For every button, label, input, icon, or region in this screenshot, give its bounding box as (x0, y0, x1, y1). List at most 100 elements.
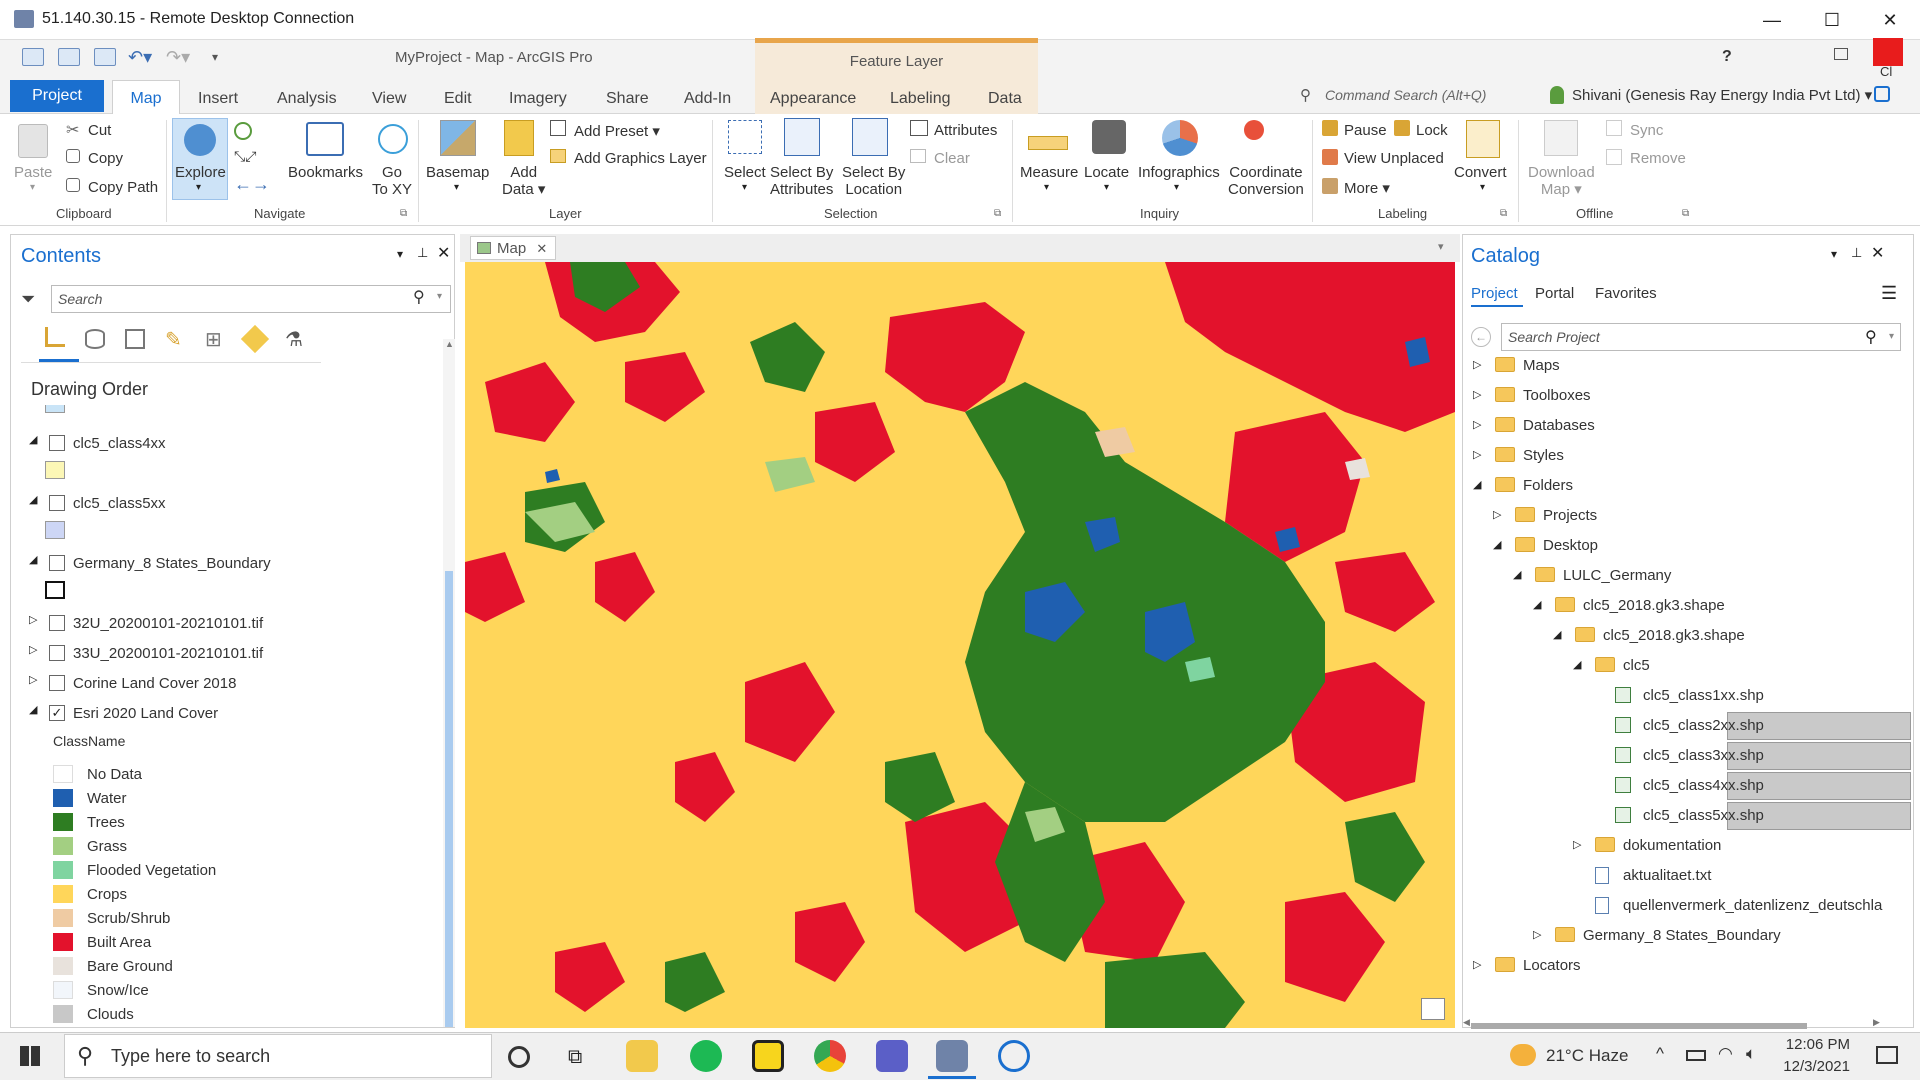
copy-path-button[interactable]: Copy Path (88, 179, 158, 196)
windows-start-icon[interactable] (20, 1046, 40, 1066)
save-project-icon[interactable] (94, 48, 116, 66)
select-by-location-button[interactable]: Select By Location (842, 164, 905, 198)
customize-qat-icon[interactable]: ▾ (212, 50, 218, 64)
expand-icon[interactable]: ▷ (1473, 418, 1481, 431)
layer-visibility-checkbox-checked[interactable]: ✓ (49, 705, 65, 721)
legend-swatch[interactable] (53, 981, 73, 999)
map-toolbar-icon[interactable] (1421, 998, 1445, 1020)
catalog-menu-icon[interactable]: ☰ (1881, 283, 1897, 304)
measure-dropdown-icon[interactable]: ▾ (1044, 182, 1049, 193)
catalog-tree-item[interactable]: Germany_8 States_Boundary (1583, 927, 1781, 944)
search-icon[interactable]: ⚲ (1865, 327, 1877, 347)
expand-icon[interactable]: ▷ (1533, 928, 1541, 941)
select-dropdown-icon[interactable]: ▾ (742, 182, 747, 193)
collapse-icon[interactable]: ◢ (1513, 568, 1521, 581)
catalog-tree-item[interactable]: clc5_class2xx.shp (1643, 717, 1764, 734)
scrollbar-thumb[interactable] (445, 571, 453, 1027)
layer-name[interactable]: 33U_20200101-20210101.tif (73, 645, 263, 662)
collapse-icon[interactable]: ◢ (1573, 658, 1581, 671)
contents-search-dropdown-icon[interactable]: ▾ (437, 291, 442, 302)
show-hidden-icons-icon[interactable]: ^ (1656, 1044, 1664, 1064)
expand-icon[interactable]: ▷ (1473, 448, 1481, 461)
search-icon[interactable]: ⚲ (413, 287, 425, 307)
add-preset-button[interactable]: Add Preset ▾ (574, 122, 660, 140)
legend-swatch[interactable] (53, 933, 73, 951)
catalog-tree-item[interactable]: Styles (1523, 447, 1564, 464)
legend-swatch[interactable] (53, 861, 73, 879)
minimize-icon[interactable]: — (1752, 6, 1792, 34)
back-icon[interactable]: ← (1471, 327, 1491, 347)
expand-icon[interactable]: ▷ (1493, 508, 1501, 521)
catalog-tree-item[interactable]: Maps (1523, 357, 1560, 374)
locate-button[interactable]: Locate (1084, 164, 1129, 181)
arcgis-icon[interactable] (998, 1040, 1030, 1072)
spotify-icon[interactable] (690, 1040, 722, 1072)
wifi-icon[interactable]: ◠ (1718, 1044, 1733, 1064)
layer-name[interactable]: Corine Land Cover 2018 (73, 675, 236, 692)
catalog-tree-item[interactable]: Databases (1523, 417, 1595, 434)
layer-name[interactable]: clc5_class4xx (73, 435, 166, 452)
tab-data[interactable]: Data (974, 87, 1036, 114)
list-by-selection-icon[interactable] (125, 329, 145, 349)
maximize-icon[interactable]: ☐ (1812, 6, 1852, 34)
layer-symbol[interactable] (45, 461, 65, 479)
pause-button[interactable]: Pause (1344, 122, 1387, 139)
catalog-tree-item[interactable]: LULC_Germany (1563, 567, 1671, 584)
map-tab-overflow-icon[interactable]: ▾ (1438, 240, 1444, 253)
sticky-notes-icon[interactable] (752, 1040, 784, 1072)
remove-button[interactable]: Remove (1630, 150, 1686, 167)
layer-symbol[interactable] (45, 521, 65, 539)
layer-name[interactable]: clc5_class5xx (73, 495, 166, 512)
full-extent-icon[interactable] (234, 122, 252, 140)
collapse-icon[interactable]: ◢ (1493, 538, 1501, 551)
pin-icon[interactable]: ⊥ (417, 245, 428, 261)
go-to-xy-button[interactable]: Go To XY (372, 164, 412, 198)
expand-icon[interactable]: ▷ (1473, 358, 1481, 371)
previous-extent-icon[interactable]: ←→ (234, 174, 270, 195)
list-by-drawing-order-icon[interactable] (45, 327, 65, 347)
clock-date[interactable]: 12/3/2021 (1780, 1058, 1850, 1075)
catalog-tree-item[interactable]: Locators (1523, 957, 1581, 974)
catalog-tree-item[interactable]: aktualitaet.txt (1623, 867, 1711, 884)
layer-visibility-checkbox[interactable] (49, 645, 65, 661)
collapse-icon[interactable]: ▷ (29, 643, 37, 656)
tab-labeling[interactable]: Labeling (876, 87, 965, 114)
new-project-icon[interactable] (22, 48, 44, 66)
pane-options-icon[interactable]: ▾ (397, 247, 403, 261)
layer-visibility-checkbox[interactable] (49, 615, 65, 631)
collapse-icon[interactable]: ▷ (29, 613, 37, 626)
tab-view[interactable]: View (358, 87, 420, 114)
catalog-tree-item[interactable]: clc5 (1623, 657, 1650, 674)
weather-text[interactable]: 21°C Haze (1546, 1046, 1628, 1066)
layer-visibility-checkbox[interactable] (49, 675, 65, 691)
attributes-button[interactable]: Attributes (934, 122, 997, 139)
tab-add-in[interactable]: Add-In (670, 87, 745, 114)
bookmarks-button[interactable]: Bookmarks (288, 164, 363, 181)
catalog-tree-item[interactable]: clc5_class3xx.shp (1643, 747, 1764, 764)
view-unplaced-button[interactable]: View Unplaced (1344, 150, 1444, 167)
expand-icon[interactable]: ▷ (1473, 388, 1481, 401)
catalog-tree-item[interactable]: clc5_2018.gk3.shape (1603, 627, 1745, 644)
scroll-up-icon[interactable]: ▲ (445, 339, 454, 349)
add-graphics-layer-button[interactable]: Add Graphics Layer (574, 150, 707, 167)
volume-icon[interactable]: 🔈︎ (1746, 1044, 1756, 1064)
task-view-icon[interactable]: ⧉ (568, 1046, 582, 1069)
scroll-right-icon[interactable]: ▶ (1873, 1017, 1880, 1028)
help-icon[interactable]: ? (1722, 48, 1732, 66)
tab-share[interactable]: Share (592, 87, 663, 114)
cortana-icon[interactable] (508, 1046, 530, 1068)
legend-swatch[interactable] (53, 813, 73, 831)
tab-imagery[interactable]: Imagery (495, 87, 581, 114)
pane-options-icon[interactable]: ▾ (1831, 247, 1837, 261)
labeling-launcher-icon[interactable]: ⧉ (1500, 208, 1507, 219)
collapse-icon[interactable]: ▷ (29, 673, 37, 686)
select-by-attributes-button[interactable]: Select By Attributes (770, 164, 833, 198)
navigate-launcher-icon[interactable]: ⧉ (400, 208, 407, 219)
chrome-icon[interactable] (814, 1040, 846, 1072)
select-button[interactable]: Select (724, 164, 766, 181)
clear-button[interactable]: Clear (934, 150, 970, 167)
notifications-icon[interactable] (1874, 86, 1890, 102)
catalog-tree-item[interactable]: quellenvermerk_datenlizenz_deutschla (1623, 897, 1882, 914)
catalog-tree-item[interactable]: Desktop (1543, 537, 1598, 554)
paste-button[interactable]: Paste (14, 164, 52, 181)
